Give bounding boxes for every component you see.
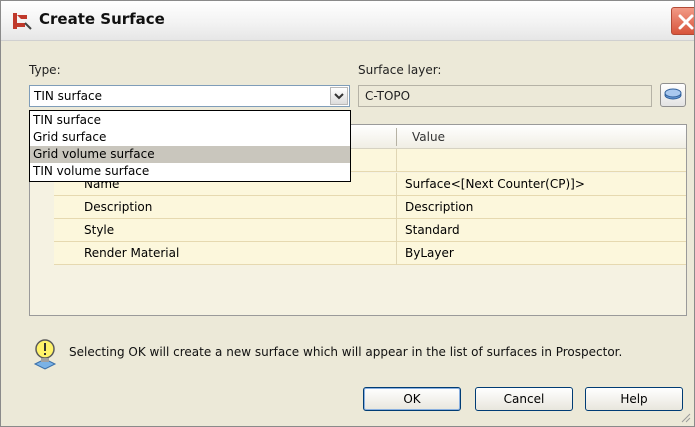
lightbulb-icon (33, 339, 57, 370)
chevron-down-icon (334, 93, 344, 100)
close-button[interactable] (671, 7, 694, 35)
column-divider (396, 149, 397, 172)
value-column-header: Value (412, 130, 445, 144)
type-dropdown-button[interactable] (330, 87, 348, 105)
column-divider (396, 242, 397, 265)
surface-layer-button[interactable] (660, 83, 686, 107)
property-value[interactable]: Description (405, 200, 473, 214)
type-option-grid-surface[interactable]: Grid surface (30, 129, 350, 146)
column-divider (396, 173, 397, 196)
type-option-tin-surface[interactable]: TIN surface (30, 112, 350, 129)
ok-button[interactable]: OK (363, 387, 461, 411)
type-selected-value: TIN surface (34, 89, 103, 103)
table-row-style[interactable]: Style Standard (54, 219, 686, 242)
type-option-tin-volume-surface[interactable]: TIN volume surface (30, 163, 350, 180)
type-dropdown-list: TIN surface Grid surface Grid volume sur… (29, 110, 351, 182)
header-column-divider[interactable] (396, 128, 397, 146)
column-divider (396, 219, 397, 242)
table-row-description[interactable]: Description Description (54, 196, 686, 219)
layer-picker-icon (664, 88, 682, 100)
surface-layer-field: C-TOPO (358, 85, 652, 107)
property-value[interactable]: ByLayer (405, 246, 454, 260)
create-surface-dialog: Create Surface Type: Surface layer: TIN … (0, 0, 695, 427)
surface-layer-value: C-TOPO (365, 89, 411, 103)
title-bar[interactable]: Create Surface (1, 1, 694, 41)
property-value[interactable]: Standard (405, 223, 460, 237)
property-value[interactable]: Surface<[Next Counter(CP)]> (405, 177, 585, 191)
civil3d-app-icon (13, 13, 32, 30)
dialog-title: Create Surface (39, 10, 165, 28)
property-name: Description (84, 200, 153, 214)
table-row-render-material[interactable]: Render Material ByLayer (54, 242, 686, 265)
property-name: Render Material (84, 246, 180, 260)
close-icon (678, 14, 694, 30)
type-combobox[interactable]: TIN surface (29, 85, 350, 107)
resize-grip-icon[interactable] (679, 411, 691, 423)
info-message: Selecting OK will create a new surface w… (69, 345, 623, 359)
property-name: Style (84, 223, 115, 237)
column-divider (396, 196, 397, 219)
help-button[interactable]: Help (585, 387, 683, 411)
surface-layer-label: Surface layer: (358, 63, 442, 77)
type-option-grid-volume-surface[interactable]: Grid volume surface (30, 146, 350, 163)
cancel-button[interactable]: Cancel (475, 387, 573, 411)
type-label: Type: (29, 63, 61, 77)
